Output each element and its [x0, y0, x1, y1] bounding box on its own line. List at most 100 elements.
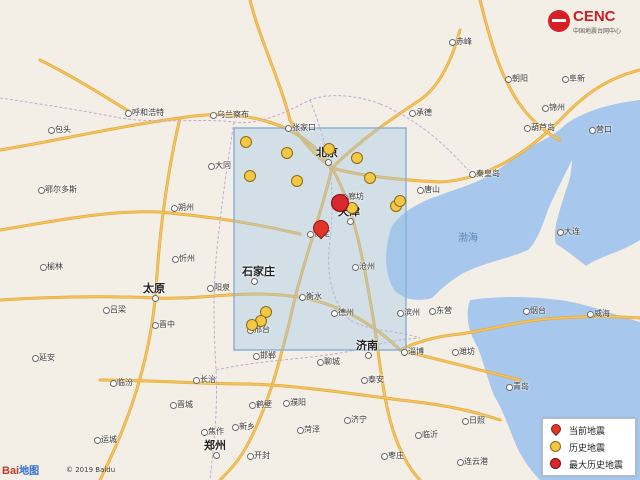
legend-historical-label: 历史地震 — [569, 443, 606, 454]
historical-quake[interactable] — [244, 170, 256, 182]
city-dot — [331, 310, 338, 317]
city-dot — [524, 125, 531, 132]
historical-quake[interactable] — [291, 175, 303, 187]
city-label: 青岛 — [513, 382, 529, 391]
city-label: 泰安 — [368, 375, 384, 384]
city-label: 大同 — [215, 161, 231, 170]
city-label: 威海 — [594, 309, 610, 318]
city-label: 潍坊 — [459, 347, 475, 356]
city-dot — [232, 424, 239, 431]
historical-quake[interactable] — [394, 195, 406, 207]
city-dot — [170, 402, 177, 409]
historical-quake[interactable] — [240, 136, 252, 148]
city-label: 锦州 — [549, 103, 565, 112]
city-label: 朔州 — [178, 203, 194, 212]
city-dot — [462, 418, 469, 425]
city-dot — [247, 453, 254, 460]
city-label: 新乡 — [239, 422, 255, 431]
logo-subtitle: 中国地震台网中心 — [573, 28, 622, 35]
city-dot — [401, 349, 408, 356]
city-dot — [103, 307, 110, 314]
city-label: 营口 — [596, 125, 612, 134]
city-label: 渤海 — [458, 233, 478, 244]
city-label: 阳泉 — [214, 283, 230, 292]
city-label: 鄂尔多斯 — [45, 185, 77, 194]
city-label: 滨州 — [404, 308, 420, 317]
city-dot — [429, 308, 436, 315]
city-label: 济南 — [356, 339, 378, 352]
basemap — [0, 0, 640, 480]
cenc-logo: CENC 中国地震台网中心 — [548, 8, 636, 38]
city-dot — [249, 402, 256, 409]
city-dot — [48, 127, 55, 134]
city-label: 日照 — [469, 416, 485, 425]
city-dot — [251, 278, 258, 285]
city-dot — [344, 417, 351, 424]
city-dot — [38, 187, 45, 194]
city-dot — [317, 359, 324, 366]
city-dot — [562, 76, 569, 83]
max-quake-icon — [549, 457, 563, 471]
city-label: 开封 — [254, 451, 270, 460]
city-dot — [207, 285, 214, 292]
legend-historical: 历史地震 — [549, 440, 605, 454]
city-label: 连云港 — [464, 457, 488, 466]
legend-max-label: 最大历史地震 — [569, 460, 624, 471]
city-dot — [40, 264, 47, 271]
city-dot — [505, 76, 512, 83]
city-label: 枣庄 — [388, 451, 404, 460]
city-label: 淄博 — [408, 347, 424, 356]
baidu-brand: Bai — [2, 465, 20, 477]
baidu-logo[interactable]: Bai地图 — [2, 462, 39, 477]
city-dot — [409, 110, 416, 117]
historical-quake[interactable] — [364, 172, 376, 184]
city-dot — [381, 453, 388, 460]
current-quake-icon — [548, 421, 564, 437]
earthquake-map[interactable]: 呼和浩特乌兰察布包头张家口大同鄂尔多斯朔州北京廊坊天津保定唐山承德赤峰朝阳阜新锦… — [0, 0, 640, 480]
historical-quake-icon — [549, 440, 563, 454]
city-label: 乌兰察布 — [217, 110, 249, 119]
city-label: 张家口 — [292, 123, 316, 132]
city-label: 沧州 — [359, 262, 375, 271]
city-dot — [152, 322, 159, 329]
city-label: 榆林 — [47, 262, 63, 271]
city-label: 临汾 — [117, 378, 133, 387]
city-dot — [417, 187, 424, 194]
city-label: 焦作 — [208, 427, 224, 436]
city-dot — [193, 377, 200, 384]
baidu-map-text: 地图 — [19, 466, 40, 477]
city-dot — [172, 256, 179, 263]
city-dot — [589, 127, 596, 134]
city-dot — [457, 459, 464, 466]
city-dot — [361, 377, 368, 384]
city-dot — [352, 264, 359, 271]
city-dot — [449, 39, 456, 46]
city-label: 承德 — [416, 108, 432, 117]
historical-quake[interactable] — [323, 143, 335, 155]
city-dot — [397, 310, 404, 317]
legend-max: 最大历史地震 — [549, 457, 623, 471]
city-label: 长治 — [200, 375, 216, 384]
city-label: 邯郸 — [260, 351, 276, 360]
city-label: 鹤壁 — [256, 400, 272, 409]
historical-quake[interactable] — [246, 319, 258, 331]
city-dot — [506, 384, 513, 391]
city-dot — [201, 429, 208, 436]
historical-quake[interactable] — [281, 147, 293, 159]
legend: 当前地震 历史地震 最大历史地震 — [542, 418, 636, 476]
city-label: 菏泽 — [304, 425, 320, 434]
city-label: 秦皇岛 — [476, 169, 500, 178]
city-label: 延安 — [39, 353, 55, 362]
city-label: 临沂 — [422, 430, 438, 439]
city-label: 赤峰 — [456, 37, 472, 46]
city-dot — [285, 125, 292, 132]
city-dot — [347, 218, 354, 225]
copyright: © 2019 Baidu — [66, 466, 116, 474]
city-label: 忻州 — [179, 254, 195, 263]
city-dot — [253, 353, 260, 360]
max-historical-quake[interactable] — [331, 194, 349, 212]
city-label: 包头 — [55, 125, 71, 134]
city-label: 唐山 — [424, 185, 440, 194]
city-label: 太原 — [143, 282, 165, 295]
historical-quake[interactable] — [351, 152, 363, 164]
